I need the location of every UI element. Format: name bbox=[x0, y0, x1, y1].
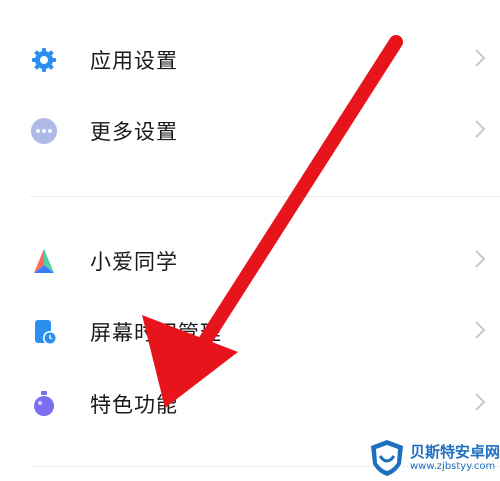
settings-item-label: 更多设置 bbox=[90, 120, 178, 144]
gear-icon bbox=[30, 46, 58, 74]
settings-item-special-features[interactable]: 特色功能 bbox=[0, 374, 500, 434]
more-dots-icon bbox=[30, 117, 58, 145]
chevron-right-icon bbox=[474, 392, 486, 416]
settings-item-app-settings[interactable]: 应用设置 bbox=[0, 30, 500, 90]
xiaoai-icon bbox=[30, 247, 58, 275]
settings-item-more-settings[interactable]: 更多设置 bbox=[0, 101, 500, 161]
chevron-right-icon bbox=[474, 249, 486, 273]
settings-item-label: 屏幕时间管理 bbox=[90, 321, 222, 345]
watermark: 贝斯特安卓网 www.zjbstyy.com bbox=[368, 434, 500, 481]
watermark-url: www.zjbstyy.com bbox=[410, 460, 496, 472]
settings-item-label: 特色功能 bbox=[90, 393, 178, 417]
chevron-right-icon bbox=[474, 48, 486, 72]
settings-item-xiaoai[interactable]: 小爱同学 bbox=[0, 231, 500, 291]
feature-flask-icon bbox=[30, 390, 58, 418]
section-divider bbox=[30, 196, 500, 197]
settings-item-screen-time[interactable]: 屏幕时间管理 bbox=[0, 302, 500, 362]
chevron-right-icon bbox=[474, 119, 486, 143]
settings-item-label: 应用设置 bbox=[90, 49, 178, 73]
chevron-right-icon bbox=[474, 320, 486, 344]
settings-item-label: 小爱同学 bbox=[90, 250, 178, 274]
shield-logo-icon bbox=[371, 439, 403, 476]
watermark-title: 贝斯特安卓网 bbox=[410, 442, 500, 461]
screen-time-icon bbox=[30, 318, 58, 346]
